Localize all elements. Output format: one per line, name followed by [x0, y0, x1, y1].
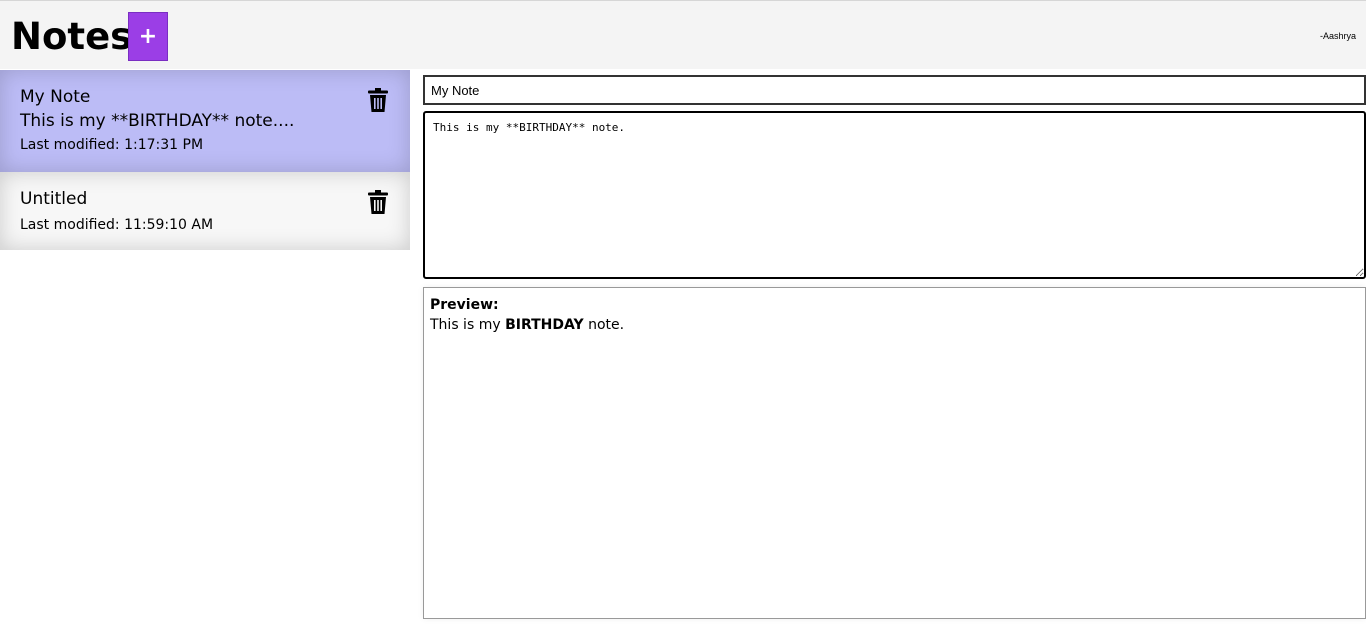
note-title: My Note [20, 87, 91, 107]
note-title-input[interactable] [423, 75, 1366, 105]
note-preview: This is my **BIRTHDAY** note.... [20, 111, 295, 131]
preview-text-suffix: note. [583, 317, 625, 333]
trash-icon[interactable] [368, 88, 388, 112]
preview-text: This is my BIRTHDAY note. [430, 315, 1359, 335]
preview-text-bold: BIRTHDAY [505, 317, 584, 333]
add-note-button[interactable]: + [128, 12, 168, 61]
note-modified: Last modified: 11:59:10 AM [20, 217, 214, 233]
note-body-textarea[interactable]: This is my **BIRTHDAY** note. [423, 111, 1366, 279]
trash-icon[interactable] [368, 190, 388, 214]
note-item-my-note[interactable]: My Note This is my **BIRTHDAY** note....… [0, 70, 410, 172]
notes-sidebar: My Note This is my **BIRTHDAY** note....… [0, 70, 410, 250]
author-credit: -Aashrya [1319, 31, 1356, 41]
app-header: Notes + -Aashrya [0, 0, 1366, 69]
app-title: Notes [11, 15, 133, 58]
preview-panel: Preview: This is my BIRTHDAY note. [423, 287, 1366, 619]
preview-label: Preview: [430, 297, 499, 313]
note-title: Untitled [20, 189, 88, 209]
preview-text-prefix: This is my [430, 317, 506, 333]
note-item-untitled[interactable]: Untitled Last modified: 11:59:10 AM [0, 172, 410, 250]
note-modified: Last modified: 1:17:31 PM [20, 137, 204, 153]
